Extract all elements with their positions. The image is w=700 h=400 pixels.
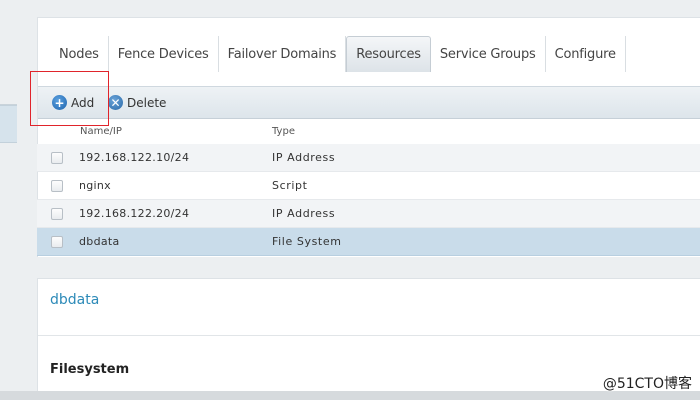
left-nav-selected-item[interactable] (0, 105, 17, 143)
annotation-highlight-box (30, 71, 109, 126)
row-name: nginx (79, 179, 111, 192)
detail-divider (38, 335, 700, 336)
row-name: 192.168.122.10/24 (79, 151, 190, 164)
detail-title: dbdata (50, 292, 100, 308)
row-name: 192.168.122.20/24 (79, 207, 190, 220)
row-type: IP Address (272, 151, 336, 164)
row-type: IP Address (272, 207, 336, 220)
delete-button[interactable]: ✕ Delete (108, 95, 166, 110)
row-checkbox[interactable] (51, 236, 63, 248)
watermark: @51CTO博客 (602, 376, 692, 392)
tab-resources[interactable]: Resources (346, 36, 431, 72)
table-row-selected[interactable]: dbdata File System (37, 228, 700, 256)
column-header-name[interactable]: Name/IP (80, 126, 122, 137)
bottom-scroll-area (0, 391, 700, 400)
resource-detail-panel: dbdata Filesystem (37, 278, 700, 400)
tab-failover-domains[interactable]: Failover Domains (219, 36, 347, 72)
row-checkbox[interactable] (51, 180, 63, 192)
section-title: Filesystem (50, 362, 130, 377)
tab-service-groups[interactable]: Service Groups (431, 36, 546, 72)
x-circle-icon: ✕ (108, 95, 123, 110)
resources-toolbar: + Add ✕ Delete (38, 86, 700, 119)
tab-bar: Nodes Fence Devices Failover Domains Res… (50, 36, 626, 72)
table-row[interactable]: nginx Script (37, 172, 700, 200)
row-type: File System (272, 235, 342, 248)
tab-nodes[interactable]: Nodes (50, 36, 109, 72)
row-type: Script (272, 179, 308, 192)
row-checkbox[interactable] (51, 152, 63, 164)
resources-table: 192.168.122.10/24 IP Address nginx Scrip… (37, 144, 700, 256)
table-row[interactable]: 192.168.122.20/24 IP Address (37, 200, 700, 228)
tab-fence-devices[interactable]: Fence Devices (109, 36, 219, 72)
column-header-type[interactable]: Type (272, 126, 295, 137)
row-name: dbdata (79, 235, 120, 248)
delete-button-label: Delete (127, 95, 167, 110)
row-checkbox[interactable] (51, 208, 63, 220)
tab-configure[interactable]: Configure (546, 36, 626, 72)
table-row[interactable]: 192.168.122.10/24 IP Address (37, 144, 700, 172)
